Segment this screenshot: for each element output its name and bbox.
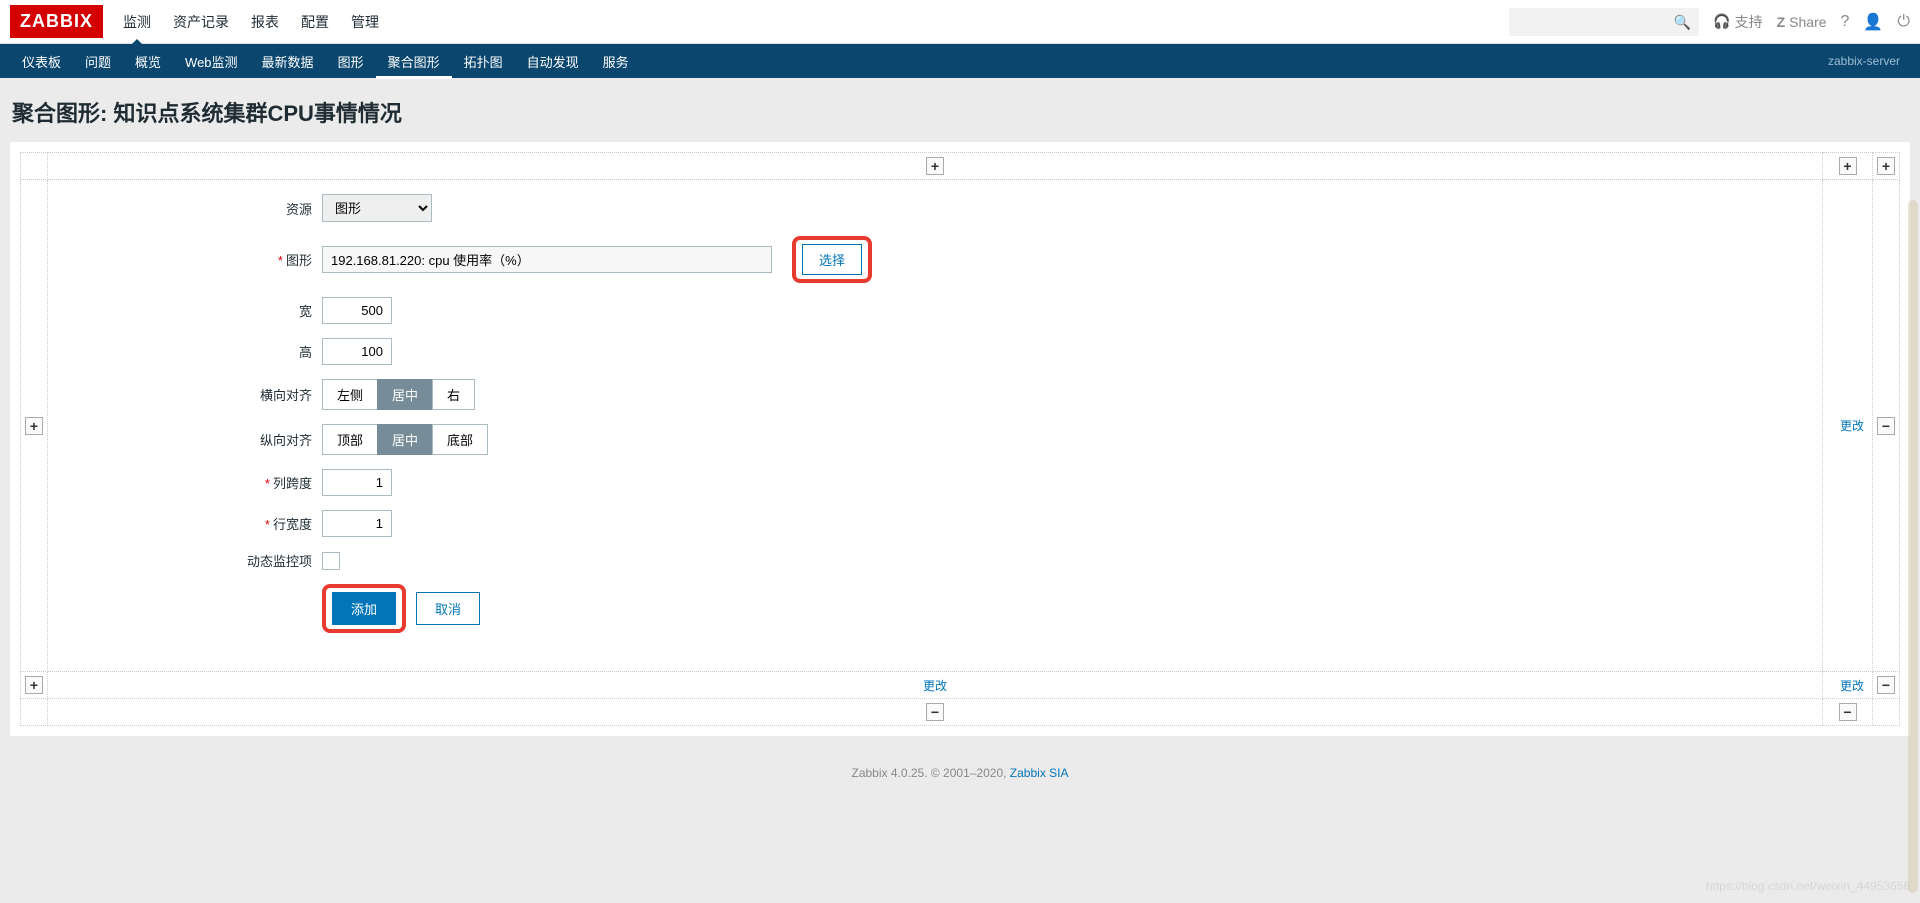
grid-corner-bl: [21, 699, 48, 726]
minus-icon[interactable]: −: [926, 703, 944, 721]
subnav-services[interactable]: 服务: [591, 44, 641, 79]
grid-cell-change2: 更改: [48, 672, 1823, 699]
share-link[interactable]: Z Share: [1777, 14, 1827, 30]
width-input[interactable]: [322, 297, 392, 324]
resource-select[interactable]: 图形: [322, 194, 432, 222]
screen-editor: + + + + 资源 图形 *图形 选择: [10, 142, 1910, 736]
add-button[interactable]: 添加: [332, 592, 396, 625]
minus-icon[interactable]: −: [1839, 703, 1857, 721]
subnav-web[interactable]: Web监测: [173, 44, 250, 79]
halign-right[interactable]: 右: [432, 379, 475, 410]
search-icon[interactable]: 🔍: [1674, 14, 1691, 31]
halign-left[interactable]: 左侧: [322, 379, 378, 410]
plus-icon[interactable]: +: [25, 417, 43, 435]
support-link[interactable]: 🎧 支持: [1713, 12, 1762, 32]
power-icon[interactable]: ⏻: [1897, 13, 1910, 31]
grid-cell-change1: 更改: [1823, 180, 1873, 672]
footer-text: Zabbix 4.0.25. © 2001–2020,: [852, 766, 1010, 780]
colspan-input[interactable]: [322, 469, 392, 496]
minus-icon[interactable]: −: [1877, 417, 1895, 435]
support-label: 支持: [1735, 12, 1763, 32]
logo[interactable]: ZABBIX: [10, 5, 103, 38]
top-menu-config[interactable]: 配置: [301, 0, 329, 44]
grid-row2-add: +: [21, 672, 48, 699]
top-menu: 监测 资产记录 报表 配置 管理: [123, 0, 379, 44]
grid-cell-form: 资源 图形 *图形 选择 宽 高: [48, 180, 1823, 672]
search-box: 🔍: [1509, 8, 1699, 36]
halign-center[interactable]: 居中: [377, 379, 433, 410]
change-link[interactable]: 更改: [923, 679, 947, 693]
footer: Zabbix 4.0.25. © 2001–2020, Zabbix SIA: [0, 736, 1920, 790]
select-button[interactable]: 选择: [802, 244, 862, 275]
valign-segment: 顶部 居中 底部: [322, 424, 488, 455]
cell-edit-form: 资源 图形 *图形 选择 宽 高: [52, 184, 1818, 667]
subnav-latest[interactable]: 最新数据: [250, 44, 326, 79]
footer-link[interactable]: Zabbix SIA: [1010, 766, 1069, 780]
top-menu-inventory[interactable]: 资产记录: [173, 0, 229, 44]
subnav-discovery[interactable]: 自动发现: [515, 44, 591, 79]
grid-row2-remove: −: [1873, 672, 1900, 699]
plus-icon[interactable]: +: [1839, 157, 1857, 175]
search-input[interactable]: [1509, 8, 1699, 36]
plus-icon[interactable]: +: [25, 676, 43, 694]
grid-row1-remove: −: [1873, 180, 1900, 672]
help-icon[interactable]: ?: [1841, 13, 1850, 31]
minus-icon[interactable]: −: [1877, 676, 1895, 694]
subnav-maps[interactable]: 拓扑图: [452, 44, 515, 79]
halign-segment: 左侧 居中 右: [322, 379, 475, 410]
cancel-button[interactable]: 取消: [416, 592, 480, 625]
valign-top[interactable]: 顶部: [322, 424, 378, 455]
grid-cell-change3: 更改: [1823, 672, 1873, 699]
valign-label: 纵向对齐: [72, 430, 322, 449]
top-nav: ZABBIX 监测 资产记录 报表 配置 管理 🔍 🎧 支持 Z Share ?…: [0, 0, 1920, 44]
dynamic-checkbox[interactable]: [322, 552, 340, 570]
subnav-dashboard[interactable]: 仪表板: [10, 44, 73, 79]
scrollbar-indicator: [1908, 200, 1918, 893]
grid-col-add-right: +: [1873, 153, 1900, 180]
sub-nav: 仪表板 问题 概览 Web监测 最新数据 图形 聚合图形 拓扑图 自动发现 服务…: [0, 44, 1920, 78]
subnav-graphs[interactable]: 图形: [326, 44, 376, 79]
server-name: zabbix-server: [1828, 54, 1910, 68]
halign-label: 横向对齐: [72, 385, 322, 404]
graph-label: *图形: [72, 250, 322, 269]
highlight-select: 选择: [792, 236, 872, 283]
grid-corner-br: [1873, 699, 1900, 726]
grid-col2-remove: −: [1823, 699, 1873, 726]
page-title: 聚合图形: 知识点系统集群CPU事情情况: [0, 78, 1920, 142]
change-link[interactable]: 更改: [1840, 679, 1864, 693]
graph-input[interactable]: [322, 246, 772, 273]
watermark: https://blog.csdn.net/weixin_44953658: [1706, 879, 1910, 893]
share-label: Share: [1789, 14, 1826, 30]
grid-col2-add: +: [1823, 153, 1873, 180]
top-menu-reports[interactable]: 报表: [251, 0, 279, 44]
plus-icon[interactable]: +: [1877, 157, 1895, 175]
rowspan-label: *行宽度: [72, 514, 322, 533]
top-right: 🔍 🎧 支持 Z Share ? 👤 ⏻: [1509, 8, 1910, 36]
screen-grid: + + + + 资源 图形 *图形 选择: [20, 152, 1900, 726]
subnav-problems[interactable]: 问题: [73, 44, 123, 79]
change-link[interactable]: 更改: [1840, 419, 1864, 433]
grid-row1-add: +: [21, 180, 48, 672]
resource-label: 资源: [72, 199, 322, 218]
valign-bottom[interactable]: 底部: [432, 424, 488, 455]
colspan-label: *列跨度: [72, 473, 322, 492]
top-menu-monitor[interactable]: 监测: [123, 0, 151, 44]
grid-col1-remove: −: [48, 699, 1823, 726]
subnav-screens[interactable]: 聚合图形: [376, 44, 452, 79]
valign-middle[interactable]: 居中: [377, 424, 433, 455]
dynamic-label: 动态监控项: [72, 551, 322, 570]
plus-icon[interactable]: +: [926, 157, 944, 175]
highlight-add: 添加: [322, 584, 406, 633]
width-label: 宽: [72, 301, 322, 320]
top-menu-admin[interactable]: 管理: [351, 0, 379, 44]
subnav-overview[interactable]: 概览: [123, 44, 173, 79]
rowspan-input[interactable]: [322, 510, 392, 537]
height-input[interactable]: [322, 338, 392, 365]
grid-col1-add: +: [48, 153, 1823, 180]
height-label: 高: [72, 342, 322, 361]
user-icon[interactable]: 👤: [1863, 12, 1883, 32]
grid-corner-tl: [21, 153, 48, 180]
